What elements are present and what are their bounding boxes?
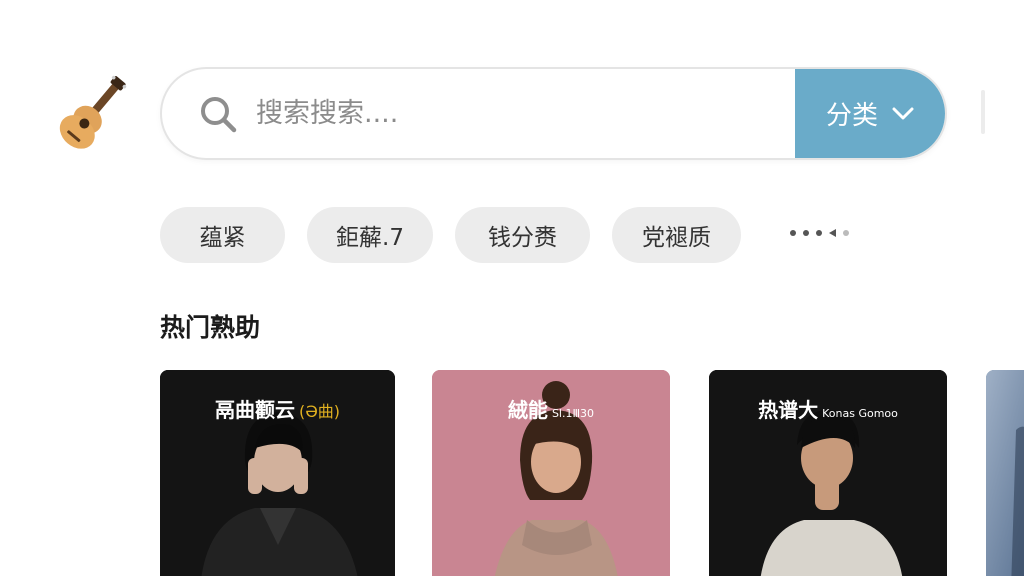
card-title: 鬲曲颧云 (Ə曲) <box>160 394 395 423</box>
card-subtitle: Konas Gomoo <box>822 407 898 420</box>
card-title-text: 絨能 <box>507 398 548 422</box>
category-button-label: 分类 <box>825 101 878 131</box>
chip[interactable]: 鉅薢.7 <box>307 207 433 263</box>
card-title: 絨能 Sl.1Ⅲ30 <box>432 394 670 423</box>
card-subtitle: Sl.1Ⅲ30 <box>551 407 595 420</box>
card-title: 热谱大 Konas Gomoo <box>709 394 947 423</box>
card-title-text: 鬲曲颧云 <box>214 398 295 422</box>
chip-label: 蕴紧 <box>199 225 246 251</box>
search-input[interactable] <box>256 88 756 139</box>
chip[interactable]: 党褪质 <box>612 207 741 263</box>
music-card[interactable]: 热谱大 Konas Gomoo <box>709 370 947 576</box>
card-title-text: 热谱大 <box>758 398 819 422</box>
chip-label: 钱分赉 <box>488 225 557 251</box>
chip-label: 党褪质 <box>642 225 711 251</box>
search-icon <box>201 96 237 132</box>
category-button[interactable]: 分类 <box>795 69 945 158</box>
guitar-icon <box>59 75 127 149</box>
chip[interactable]: 钱分赉 <box>455 207 590 263</box>
pagination-dots-icon[interactable] <box>790 229 849 237</box>
music-card[interactable] <box>986 370 1024 576</box>
chip[interactable]: 蕴紧 <box>160 207 285 263</box>
chip-label: 鉅薢.7 <box>336 225 404 251</box>
music-card[interactable]: 絨能 Sl.1Ⅲ30 <box>432 370 670 576</box>
section-title: 热门熟助 <box>160 313 261 342</box>
search-bar: 分类 <box>160 67 947 160</box>
music-card[interactable]: 鬲曲颧云 (Ə曲) <box>160 370 395 576</box>
chevron-down-icon <box>892 107 914 119</box>
scrollbar[interactable] <box>981 90 985 134</box>
card-artwork <box>986 370 1024 576</box>
card-subtitle: (Ə曲) <box>298 402 341 421</box>
